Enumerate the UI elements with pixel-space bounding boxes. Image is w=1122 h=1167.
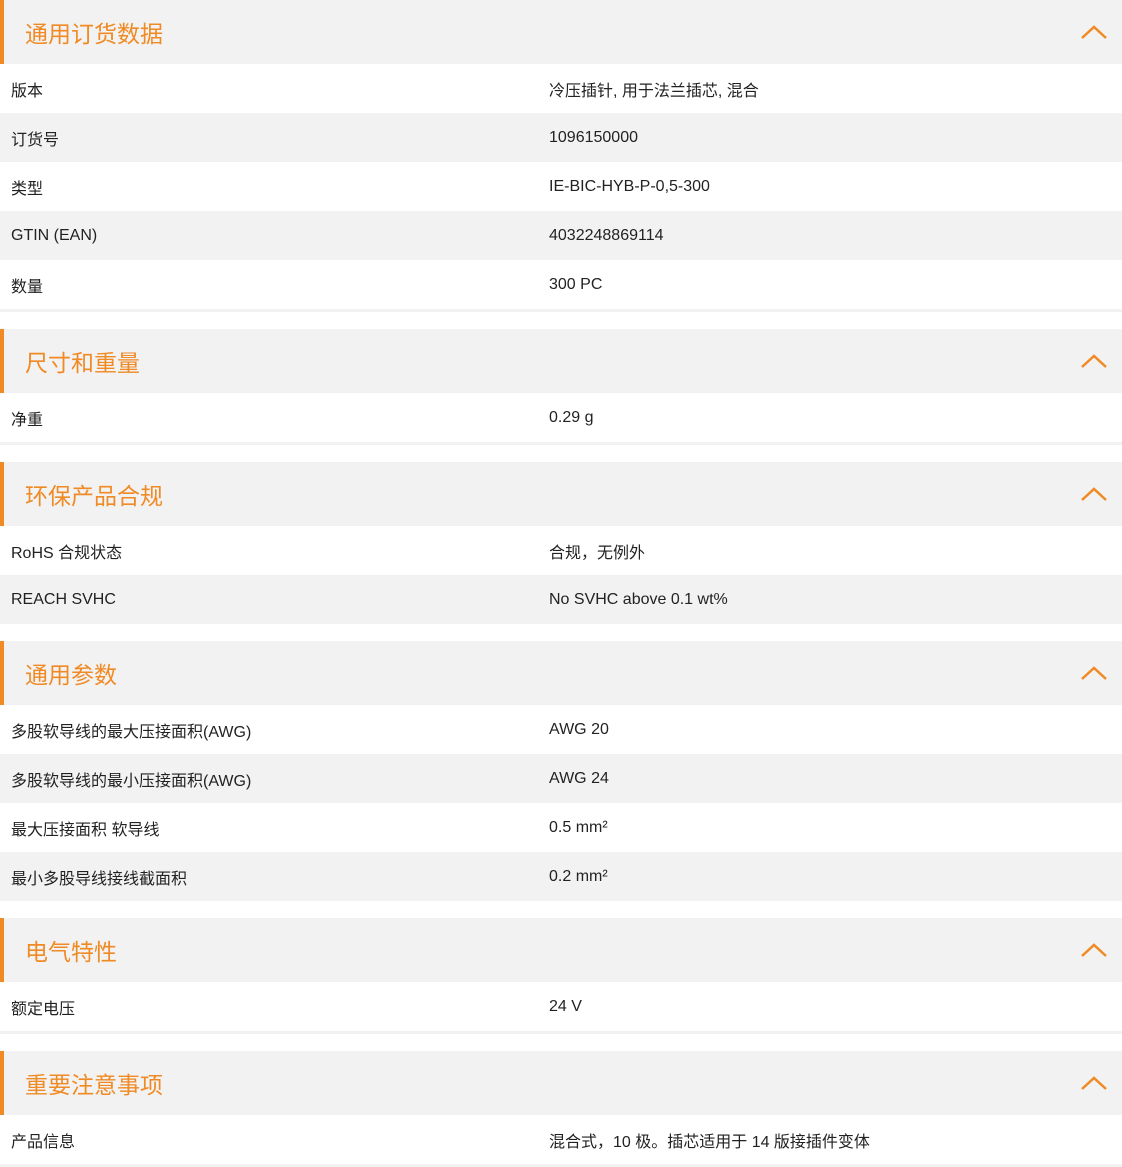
table-row: 多股软导线的最小压接面积(AWG) AWG 24 — [0, 754, 1122, 803]
section-title: 电气特性 — [25, 939, 117, 965]
table-row: 数量 300 PC — [0, 260, 1122, 309]
chevron-up-icon[interactable] — [1080, 663, 1108, 683]
row-label: 最大压接面积 软导线 — [11, 821, 160, 839]
row-label: 版本 — [11, 82, 44, 100]
table-row: 额定电压 24 V — [0, 982, 1122, 1031]
chevron-up-icon[interactable] — [1080, 1073, 1108, 1093]
section-general-ordering-data: 通用订货数据 版本 冷压插针, 用于法兰插芯, 混合 订货号 1096150000 … — [0, 0, 1122, 329]
section-header[interactable]: 通用参数 — [0, 641, 1122, 705]
chevron-up-icon[interactable] — [1080, 940, 1108, 960]
row-value: 混合式，10 极。插芯适用于 14 版接插件变体 — [549, 1133, 870, 1151]
row-label: 多股软导线的最小压接面积(AWG) — [11, 772, 252, 790]
table-row: 最大压接面积 软导线 0.5 mm² — [0, 803, 1122, 852]
row-value: 1096150000 — [549, 128, 638, 146]
row-value: 300 PC — [549, 275, 603, 293]
table-row: 最小多股导线接线截面积 0.2 mm² — [0, 852, 1122, 901]
section-electrical-characteristics: 电气特性 额定电压 24 V — [0, 918, 1122, 1051]
section-environmental-compliance: 环保产品合规 RoHS 合规状态 合规，无例外 REACH SVHC No SVHC… — [0, 462, 1122, 641]
row-label: RoHS 合规状态 — [11, 544, 123, 562]
row-label: 订货号 — [11, 131, 60, 149]
chevron-up-icon[interactable] — [1080, 22, 1108, 42]
row-label: 多股软导线的最大压接面积(AWG) — [11, 723, 252, 741]
row-value: 0.5 mm² — [549, 818, 608, 836]
row-value: 0.2 mm² — [549, 867, 608, 885]
row-value: 0.29 g — [549, 408, 594, 426]
section-important-notes: 重要注意事项 产品信息 混合式，10 极。插芯适用于 14 版接插件变体 — [0, 1051, 1122, 1167]
row-value: AWG 24 — [549, 769, 609, 787]
section-general-parameters: 通用参数 多股软导线的最大压接面积(AWG) AWG 20 多股软导线的最小压接面… — [0, 641, 1122, 918]
row-label: 净重 — [11, 411, 44, 429]
section-title: 通用参数 — [25, 662, 117, 688]
chevron-up-icon[interactable] — [1080, 484, 1108, 504]
table-row: 版本 冷压插针, 用于法兰插芯, 混合 — [0, 64, 1122, 113]
row-value: 4032248869114 — [549, 226, 664, 244]
section-dimensions-weight: 尺寸和重量 净重 0.29 g — [0, 329, 1122, 462]
table-row: REACH SVHC No SVHC above 0.1 wt% — [0, 575, 1122, 624]
section-header[interactable]: 重要注意事项 — [0, 1051, 1122, 1115]
row-value: AWG 20 — [549, 720, 609, 738]
row-value: No SVHC above 0.1 wt% — [549, 590, 728, 608]
table-row: 多股软导线的最大压接面积(AWG) AWG 20 — [0, 705, 1122, 754]
row-value: 24 V — [549, 997, 582, 1015]
row-value: 合规，无例外 — [549, 544, 646, 562]
row-value: IE-BIC-HYB-P-0,5-300 — [549, 177, 710, 195]
table-row: 类型 IE-BIC-HYB-P-0,5-300 — [0, 162, 1122, 211]
table-row: GTIN (EAN) 4032248869114 — [0, 211, 1122, 260]
table-row: 产品信息 混合式，10 极。插芯适用于 14 版接插件变体 — [0, 1115, 1122, 1164]
row-label: 额定电压 — [11, 1000, 76, 1018]
section-title: 尺寸和重量 — [25, 350, 140, 376]
section-title: 通用订货数据 — [25, 21, 163, 47]
row-label: 数量 — [11, 278, 44, 296]
section-header[interactable]: 通用订货数据 — [0, 0, 1122, 64]
table-row: 订货号 1096150000 — [0, 113, 1122, 162]
section-title: 环保产品合规 — [25, 483, 163, 509]
chevron-up-icon[interactable] — [1080, 351, 1108, 371]
section-header[interactable]: 环保产品合规 — [0, 462, 1122, 526]
section-title: 重要注意事项 — [25, 1072, 163, 1098]
table-row: 净重 0.29 g — [0, 393, 1122, 442]
row-label: 产品信息 — [11, 1133, 76, 1151]
row-label: 最小多股导线接线截面积 — [11, 870, 188, 888]
row-label: 类型 — [11, 180, 44, 198]
section-header[interactable]: 尺寸和重量 — [0, 329, 1122, 393]
row-label: GTIN (EAN) — [11, 226, 98, 244]
row-label: REACH SVHC — [11, 590, 116, 608]
row-value: 冷压插针, 用于法兰插芯, 混合 — [549, 82, 759, 100]
table-row: RoHS 合规状态 合规，无例外 — [0, 526, 1122, 575]
section-header[interactable]: 电气特性 — [0, 918, 1122, 982]
